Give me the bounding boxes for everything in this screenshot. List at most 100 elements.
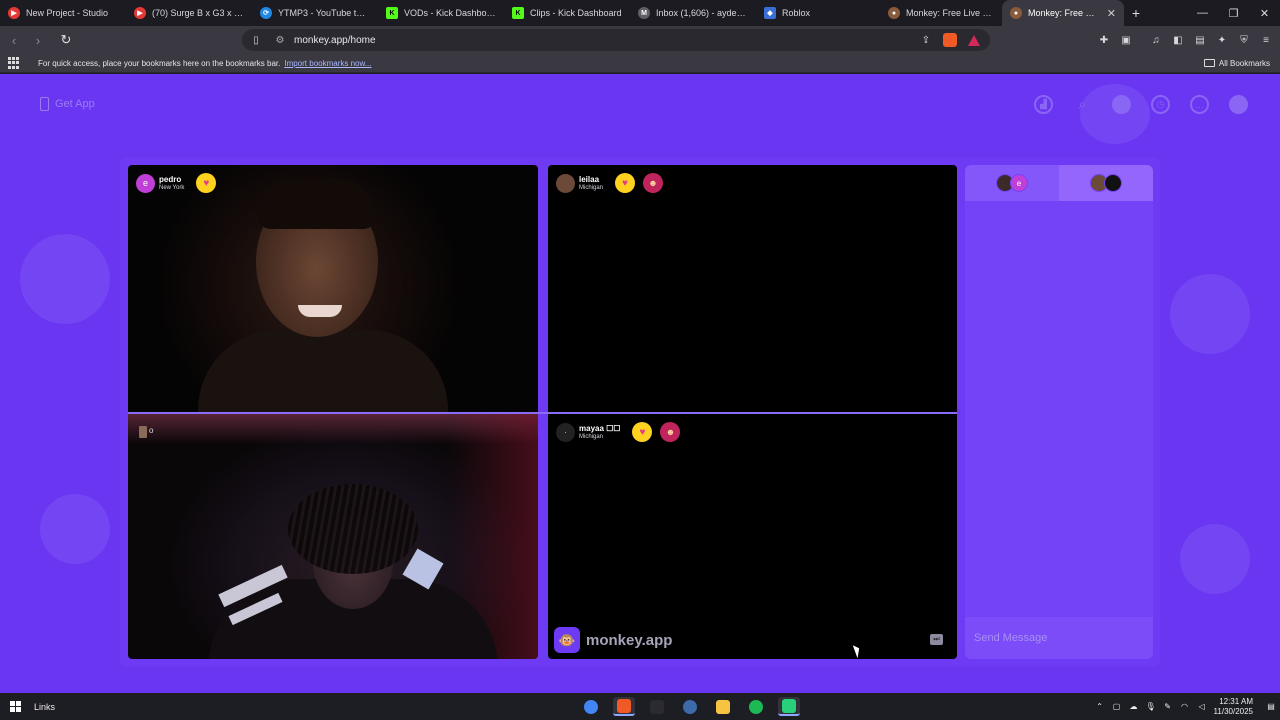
tab-title: YTMP3 - YouTube to MP3 xyxy=(278,8,370,18)
avatar-icon[interactable] xyxy=(1112,95,1131,114)
apps-grid-icon[interactable] xyxy=(8,57,20,69)
folder-icon xyxy=(1203,59,1215,67)
user-badge[interactable]: leilaa Michigan ♥ ☻ xyxy=(556,173,664,193)
skip-icon[interactable]: ⏭ xyxy=(930,634,943,645)
username: leilaa xyxy=(579,174,600,184)
pen-icon[interactable]: ✎ xyxy=(1163,702,1173,712)
monkey-logo-icon: 🐵 xyxy=(554,627,580,653)
tray-app-icon[interactable]: ▢ xyxy=(1112,702,1122,712)
user-location: Michigan xyxy=(579,433,604,440)
bookmark-icon[interactable]: ▯ xyxy=(248,32,264,48)
maximize-icon[interactable]: ❐ xyxy=(1218,0,1249,26)
tab-title: (70) Surge B x G3 x Maxx P xyxy=(152,8,244,18)
chat-panel: e Send Message xyxy=(965,165,1153,659)
mouse-cursor-icon xyxy=(852,643,863,659)
avatar: · xyxy=(556,422,575,442)
media-icon[interactable]: ♫ xyxy=(1148,32,1164,48)
browser-tab-strip: ▶ New Project - Studio ▶ (70) Surge B x … xyxy=(0,0,1280,26)
history-icon[interactable]: ◷ xyxy=(1151,95,1170,114)
tab-gmail[interactable]: M Inbox (1,606) - aydenrojas xyxy=(630,0,756,26)
new-tab-button[interactable]: + xyxy=(1124,0,1148,26)
volume-icon[interactable]: ◁ xyxy=(1197,702,1207,712)
chat-tab-2[interactable] xyxy=(1059,165,1153,201)
address-bar[interactable]: ⚙ monkey.app/home ⇪ xyxy=(242,29,990,51)
tab-monkey-1[interactable]: ● Monkey: Free Live Vid xyxy=(880,0,1002,26)
discord-app-icon[interactable] xyxy=(778,697,800,716)
avatar xyxy=(139,426,147,438)
video-tile-pedro: e pedro New York ♥ xyxy=(128,165,538,412)
heart-icon[interactable]: ♥ xyxy=(196,173,217,193)
close-tab-icon[interactable]: ✕ xyxy=(1107,7,1116,20)
import-bookmarks-link[interactable]: Import bookmarks now... xyxy=(284,59,371,68)
menu-icon[interactable]: ≡ xyxy=(1258,32,1274,48)
steam-app-icon[interactable] xyxy=(679,697,701,716)
tab-title: Monkey: Free Live xyxy=(1028,8,1095,18)
heart-icon[interactable]: ♥ xyxy=(615,173,636,193)
tab-kick-vods[interactable]: K VODs - Kick Dashboard xyxy=(378,0,504,26)
monkey-page: Get App ▟ ⌕ ◷ … e pedro New York ♥ leila… xyxy=(0,74,1280,693)
tab-title: New Project - Studio xyxy=(26,8,109,18)
get-app-button[interactable]: Get App xyxy=(40,97,95,111)
clock[interactable]: 12:31 AM 11/30/2025 xyxy=(1214,697,1253,717)
site-settings-icon[interactable]: ⚙ xyxy=(270,35,290,46)
tab-studio[interactable]: ▶ New Project - Studio xyxy=(0,0,126,26)
forward-icon[interactable]: › xyxy=(28,30,48,50)
share-icon[interactable]: ⇪ xyxy=(918,32,934,48)
monkey-watermark: 🐵 monkey.app xyxy=(554,627,672,653)
monkey-face-icon[interactable] xyxy=(1229,95,1248,114)
browser-toolbar: ‹ › ↻ ⚙ monkey.app/home ⇪ ▯ ✚ ▣ ♫ ◧ ▤ ✦ … xyxy=(0,26,1280,54)
search-icon[interactable]: ⌕ xyxy=(1073,95,1092,114)
avatar xyxy=(1104,174,1122,192)
tab-monkey-active[interactable]: ● Monkey: Free Live ✕ xyxy=(1002,0,1124,26)
tab-title: VODs - Kick Dashboard xyxy=(404,8,496,18)
close-window-icon[interactable]: ✕ xyxy=(1249,0,1280,26)
chat-tab-1[interactable]: e xyxy=(965,165,1059,201)
monkey-badge-icon[interactable]: ☻ xyxy=(643,173,664,193)
all-bookmarks-label: All Bookmarks xyxy=(1218,58,1270,68)
windows-start-icon[interactable] xyxy=(10,700,22,713)
user-badge[interactable]: · mayaa ☐☐ Michigan ♥ ☻ xyxy=(556,422,681,442)
reload-icon[interactable]: ↻ xyxy=(56,30,76,50)
brave-app-icon[interactable] xyxy=(613,697,635,716)
chat-icon[interactable]: … xyxy=(1190,95,1209,114)
monkey-icon: ● xyxy=(888,7,900,19)
brave-shields-icon[interactable] xyxy=(942,32,958,48)
tab-youtube[interactable]: ▶ (70) Surge B x G3 x Maxx P xyxy=(126,0,252,26)
microphone-icon[interactable]: 🎙 xyxy=(1145,702,1155,712)
extensions-icon[interactable]: ✚ xyxy=(1096,32,1112,48)
vpn-icon[interactable]: ⛨ xyxy=(1236,32,1252,48)
phone-icon xyxy=(40,97,49,111)
tab-kick-clips[interactable]: K Clips - Kick Dashboard xyxy=(504,0,630,26)
minimize-icon[interactable]: — xyxy=(1187,0,1218,26)
notification-icon[interactable]: ▤ xyxy=(1266,702,1276,712)
wallet-icon[interactable]: ▣ xyxy=(1118,32,1134,48)
tab-ytmp3[interactable]: ⟳ YTMP3 - YouTube to MP3 xyxy=(252,0,378,26)
chrome-app-icon[interactable] xyxy=(580,697,602,716)
top-nav: ▟ ⌕ ◷ … xyxy=(1034,95,1248,114)
tab-title: Clips - Kick Dashboard xyxy=(530,8,622,18)
back-icon[interactable]: ‹ xyxy=(4,30,24,50)
blank-app-icon[interactable] xyxy=(646,697,668,716)
chevron-up-icon[interactable]: ⌃ xyxy=(1095,702,1105,712)
video-call-stage: e pedro New York ♥ leilaa Michigan ♥ ☻ o… xyxy=(120,157,1160,667)
leo-ai-icon[interactable]: ✦ xyxy=(1214,32,1230,48)
tab-roblox[interactable]: ◆ Roblox xyxy=(756,0,880,26)
links-toolbar[interactable]: Links xyxy=(34,702,55,712)
cake-icon[interactable]: ▟ xyxy=(1034,95,1053,114)
wifi-icon[interactable]: ◠ xyxy=(1180,702,1190,712)
wallet2-icon[interactable]: ▤ xyxy=(1192,32,1208,48)
avatar xyxy=(556,173,575,193)
brave-rewards-icon[interactable] xyxy=(966,32,982,48)
sidebar-icon[interactable]: ◧ xyxy=(1170,32,1186,48)
video-tile-self: o xyxy=(128,414,538,659)
spotify-app-icon[interactable] xyxy=(745,697,767,716)
file-explorer-app-icon[interactable] xyxy=(712,697,734,716)
all-bookmarks-button[interactable]: All Bookmarks xyxy=(1203,58,1270,68)
clock-time: 12:31 AM xyxy=(1219,696,1253,706)
monkey-icon: ● xyxy=(1010,7,1022,19)
onedrive-icon[interactable]: ☁ xyxy=(1129,702,1139,712)
user-badge[interactable]: e pedro New York ♥ xyxy=(136,173,217,193)
heart-icon[interactable]: ♥ xyxy=(632,422,653,442)
monkey-badge-icon[interactable]: ☻ xyxy=(660,422,681,442)
send-message-input[interactable]: Send Message xyxy=(965,617,1153,659)
